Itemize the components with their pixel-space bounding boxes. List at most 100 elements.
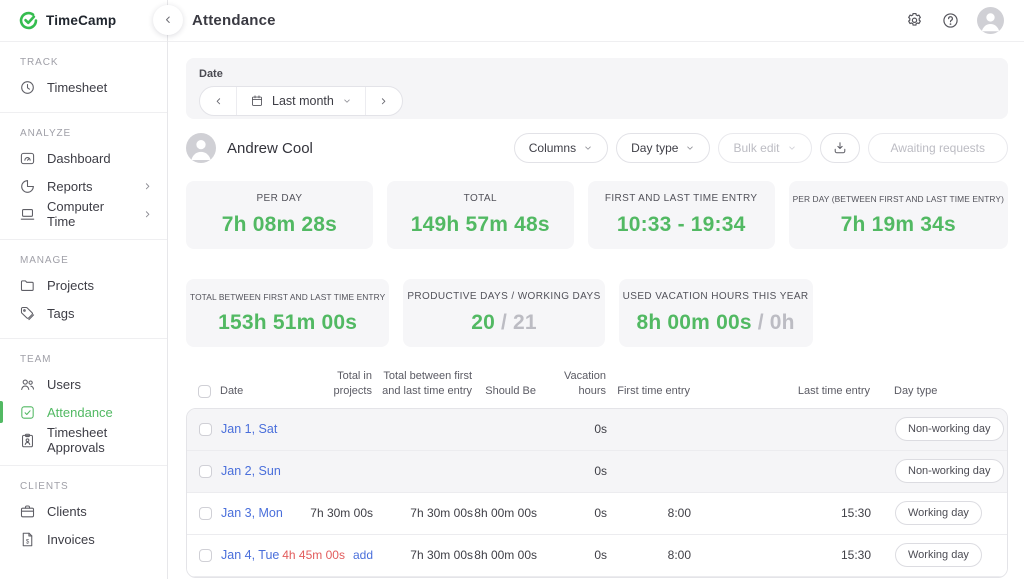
add-time-link[interactable]: add: [353, 548, 373, 562]
previous-period-button[interactable]: [200, 87, 236, 115]
column-header-vacation-hours: Vacation hours: [536, 369, 606, 399]
settings-button[interactable]: [905, 11, 924, 30]
bulk-edit-button-label: Bulk edit: [733, 141, 779, 155]
day-type-button[interactable]: Day type: [616, 133, 710, 163]
sidebar-item-label: Computer Time: [47, 199, 131, 229]
stat-card-first-and-last-time-entry: FIRST AND LAST TIME ENTRY 10:33 - 19:34: [588, 181, 775, 249]
stat-value: 10:33 - 19:34: [617, 213, 746, 237]
timesheet-clock-icon: [19, 79, 36, 96]
date-filter-panel: Date Last month: [186, 58, 1008, 119]
cell-last-time-entry: 15:30: [691, 548, 871, 562]
clients-icon: [19, 503, 36, 520]
sidebar-item-attendance[interactable]: Attendance: [0, 398, 167, 426]
sidebar-section-label: ANALYZE: [0, 121, 167, 144]
cell-total-between: 7h 30m 00s: [373, 506, 473, 520]
sidebar-item-tags[interactable]: Tags: [0, 299, 167, 327]
sidebar-item-users[interactable]: Users: [0, 370, 167, 398]
stat-card-total: TOTAL 149h 57m 48s: [387, 181, 574, 249]
svg-text:$: $: [26, 539, 30, 545]
help-button[interactable]: [941, 11, 960, 30]
stats-row-1: PER DAY7h 08m 28sTOTAL149h 57m 48sFIRST …: [186, 181, 1008, 249]
column-header-first-time-entry: First time entry: [606, 384, 690, 399]
sidebar-item-clients[interactable]: Clients: [0, 497, 167, 525]
table-row-jan-3-mon: Jan 3, Mon7h 30m 00s7h 30m 00s8h 00m 00s…: [187, 493, 1007, 535]
chevron-down-icon: [583, 143, 593, 153]
cell-last-time-entry: 15:30: [691, 506, 871, 520]
sidebar-section-label: CLIENTS: [0, 474, 167, 497]
day-type-badge[interactable]: Non-working day: [895, 459, 1004, 483]
stat-label: PRODUCTIVE DAYS / WORKING DAYS: [407, 291, 600, 302]
row-checkbox[interactable]: [199, 507, 212, 520]
row-checkbox[interactable]: [199, 465, 212, 478]
columns-button[interactable]: Columns: [514, 133, 608, 163]
stat-value: 149h 57m 48s: [411, 213, 550, 237]
day-type-badge[interactable]: Working day: [895, 501, 982, 525]
sidebar-item-label: Clients: [47, 504, 87, 519]
cell-should-be: 8h 00m 00s: [473, 548, 537, 562]
awaiting-requests-label: Awaiting requests: [891, 141, 986, 155]
users-icon: [19, 376, 36, 393]
sidebar-item-invoices[interactable]: $ Invoices: [0, 525, 167, 553]
timesheet-approvals-icon: [19, 432, 36, 449]
row-select-cell: [187, 423, 221, 436]
stat-label: TOTAL: [464, 193, 497, 204]
sidebar-item-label: Dashboard: [47, 151, 111, 166]
sidebar-item-label: Tags: [47, 306, 74, 321]
stat-card-per-day-between-first-and-last-time-entr: PER DAY (BETWEEN FIRST AND LAST TIME ENT…: [789, 181, 1008, 249]
topbar-actions: [905, 7, 1004, 34]
cell-day-type: Non-working day: [871, 459, 1007, 483]
next-period-button[interactable]: [366, 87, 402, 115]
sidebar-item-timesheet[interactable]: Timesheet: [0, 73, 167, 101]
sidebar-item-dashboard[interactable]: Dashboard: [0, 144, 167, 172]
bulk-edit-button[interactable]: Bulk edit: [718, 133, 811, 163]
user-avatar[interactable]: [977, 7, 1004, 34]
chevron-right-icon: [378, 96, 389, 107]
settings-icon: [905, 11, 924, 30]
sidebar-item-label: Invoices: [47, 532, 95, 547]
date-link[interactable]: Jan 3, Mon: [221, 506, 283, 520]
stat-value: 8h 00m 00s/ 0h: [636, 311, 794, 335]
sidebar-section-team: TEAMUsersAttendanceTimesheet Approvals: [0, 339, 167, 466]
chevron-right-icon: [142, 209, 153, 220]
sidebar-item-computer-time[interactable]: Computer Time: [0, 200, 167, 228]
day-type-badge[interactable]: Non-working day: [895, 417, 1004, 441]
chevron-left-icon: [213, 96, 224, 107]
export-icon: [832, 140, 848, 156]
sidebar-item-label: Attendance: [47, 405, 113, 420]
column-header-should-be: Should Be: [472, 384, 536, 399]
chevron-down-icon: [787, 143, 797, 153]
sidebar-item-timesheet-approvals[interactable]: Timesheet Approvals: [0, 426, 167, 454]
awaiting-requests-button[interactable]: Awaiting requests: [868, 133, 1009, 163]
stat-label: FIRST AND LAST TIME ENTRY: [605, 193, 758, 204]
stat-value: 7h 19m 34s: [841, 213, 956, 237]
export-button[interactable]: [820, 133, 860, 163]
sidebar-item-label: Users: [47, 377, 81, 392]
sidebar-section-analyze: ANALYZE Dashboard ReportsComputer Time: [0, 113, 167, 240]
cell-date: Jan 1, Sat: [221, 422, 299, 436]
column-header-total-between-first-and-last-time-entry: Total between first and last time entry: [372, 369, 472, 399]
row-checkbox[interactable]: [199, 423, 212, 436]
date-range-dropdown[interactable]: Last month: [236, 87, 366, 115]
date-range-control: Last month: [199, 86, 403, 116]
table-header-row: DateTotal in projectsTotal between first…: [186, 369, 1008, 408]
person-avatar: [186, 133, 216, 163]
chevron-down-icon: [342, 96, 352, 106]
sidebar-collapse-button[interactable]: [153, 5, 183, 35]
sidebar-item-projects[interactable]: Projects: [0, 271, 167, 299]
columns-button-label: Columns: [529, 141, 576, 155]
chevron-right-icon: [142, 181, 153, 192]
cell-day-type: Working day: [871, 501, 1007, 525]
select-all-checkbox[interactable]: [198, 385, 211, 398]
sidebar-nav: TRACKTimesheetANALYZEDashboardReportsCom…: [0, 42, 167, 564]
date-link[interactable]: Jan 1, Sat: [221, 422, 277, 436]
date-link[interactable]: Jan 2, Sun: [221, 464, 281, 478]
day-type-badge[interactable]: Working day: [895, 543, 982, 567]
person-header-row: Andrew Cool Columns Day type Bulk edit: [186, 133, 1008, 163]
row-checkbox[interactable]: [199, 549, 212, 562]
attendance-icon: [19, 404, 36, 421]
sidebar-item-reports[interactable]: Reports: [0, 172, 167, 200]
date-link[interactable]: Jan 4, Tue: [221, 548, 279, 562]
brand[interactable]: TimeCamp: [0, 0, 167, 42]
column-header-day-type: Day type: [870, 384, 1008, 399]
sidebar-section-manage: MANAGEProjectsTags: [0, 240, 167, 339]
